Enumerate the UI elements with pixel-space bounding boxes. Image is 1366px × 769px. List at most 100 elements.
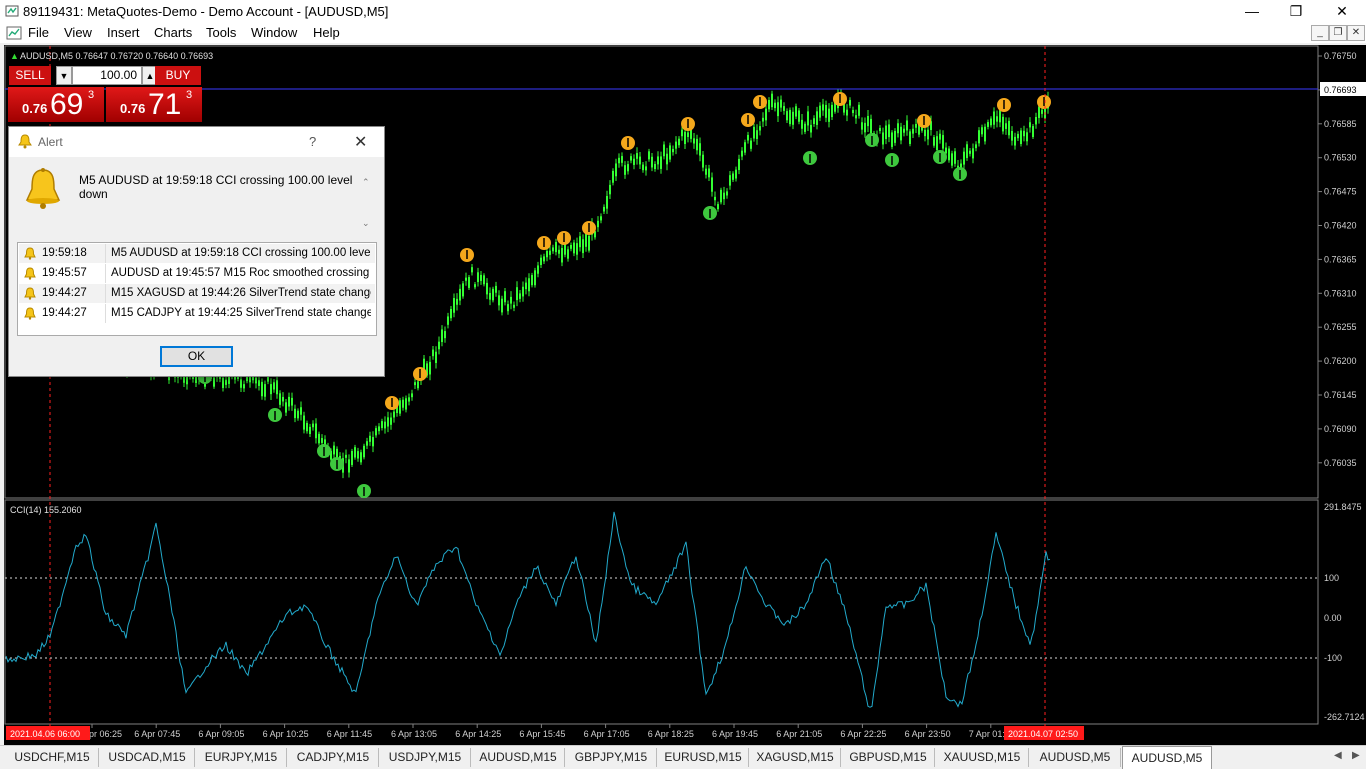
candle-body bbox=[672, 148, 674, 153]
tab-eurjpy-m15[interactable]: EURJPY,M15 bbox=[196, 748, 287, 767]
candle-body bbox=[984, 126, 986, 142]
tab-xagusd-m15[interactable]: XAGUSD,M15 bbox=[750, 748, 841, 767]
candle-body bbox=[459, 288, 461, 301]
time-tick: 6 Apr 09:05 bbox=[198, 729, 244, 739]
menu-help[interactable]: Help bbox=[313, 25, 340, 40]
minimize-icon[interactable]: — bbox=[1229, 0, 1275, 23]
candle-body bbox=[642, 164, 644, 171]
tab-usdchf-m15[interactable]: USDCHF,M15 bbox=[6, 748, 99, 767]
candle-body bbox=[942, 135, 944, 149]
lot-input[interactable]: 100.00 bbox=[72, 66, 142, 85]
tab-usdjpy-m15[interactable]: USDJPY,M15 bbox=[380, 748, 471, 767]
mdi-minimize-icon[interactable]: _ bbox=[1311, 25, 1329, 41]
tab-gbpjpy-m15[interactable]: GBPJPY,M15 bbox=[566, 748, 657, 767]
list-item[interactable]: 19:59:18 M5 AUDUSD at 19:59:18 CCI cross… bbox=[19, 244, 375, 263]
candle-body bbox=[225, 379, 227, 385]
menu-file[interactable]: File bbox=[28, 25, 49, 40]
candle-body bbox=[486, 282, 488, 295]
tab-xauusd-m15[interactable]: XAUUSD,M15 bbox=[936, 748, 1029, 767]
candle-body bbox=[831, 104, 833, 118]
mdi-close-icon[interactable]: ✕ bbox=[1347, 25, 1365, 41]
candle-body bbox=[345, 454, 347, 458]
tab-usdcad-m15[interactable]: USDCAD,M15 bbox=[100, 748, 195, 767]
candle-body bbox=[996, 116, 998, 122]
candle-body bbox=[750, 140, 752, 149]
cci-line bbox=[5, 511, 1051, 708]
help-icon[interactable]: ? bbox=[309, 134, 316, 149]
sell-price-box[interactable]: 0.76 69 3 bbox=[8, 87, 104, 122]
candle-body bbox=[387, 417, 389, 427]
candle-body bbox=[933, 137, 935, 146]
candle-body bbox=[966, 144, 968, 158]
ok-button[interactable]: OK bbox=[160, 346, 233, 367]
candle-body bbox=[954, 151, 956, 164]
scroll-down-icon[interactable]: ⌄ bbox=[362, 218, 370, 229]
candle-body bbox=[600, 216, 602, 221]
candle-body bbox=[528, 278, 530, 292]
candle-body bbox=[213, 377, 215, 387]
tab-audusd-m5[interactable]: AUDUSD,M5 bbox=[1030, 748, 1121, 767]
candle-body bbox=[639, 156, 641, 165]
mdi-restore-icon[interactable]: ❐ bbox=[1329, 25, 1347, 41]
tab-scroll-left-icon[interactable]: ◀ bbox=[1334, 750, 1342, 761]
candle-body bbox=[543, 256, 545, 262]
candle-body bbox=[648, 151, 650, 160]
indicator-label: CCI(14) 155.2060 bbox=[10, 505, 82, 515]
close-icon[interactable]: ✕ bbox=[354, 132, 367, 152]
price-tick: 0.76475 bbox=[1324, 187, 1357, 197]
menu-window[interactable]: Window bbox=[251, 25, 297, 40]
buy-button[interactable]: BUY bbox=[155, 66, 201, 85]
candle-body bbox=[699, 143, 701, 156]
price-tick: 0.76585 bbox=[1324, 119, 1357, 129]
tab-audusd-m5[interactable]: AUDUSD,M5 bbox=[1122, 746, 1212, 769]
menu-charts[interactable]: Charts bbox=[154, 25, 192, 40]
menu-view[interactable]: View bbox=[64, 25, 92, 40]
buy-price-box[interactable]: 0.76 71 3 bbox=[106, 87, 202, 122]
candle-body bbox=[501, 298, 503, 313]
close-icon[interactable]: ✕ bbox=[1319, 0, 1365, 23]
chart-window-icon[interactable] bbox=[6, 25, 22, 41]
time-marker-right: 2021.04.07 02:50 bbox=[1008, 729, 1078, 739]
tab-cadjpy-m15[interactable]: CADJPY,M15 bbox=[288, 748, 379, 767]
candle-body bbox=[366, 441, 368, 446]
tab-audusd-m15[interactable]: AUDUSD,M15 bbox=[472, 748, 565, 767]
candle-body bbox=[570, 244, 572, 249]
candle-body bbox=[663, 144, 665, 157]
sell-button[interactable]: SELL bbox=[9, 66, 51, 85]
candle-body bbox=[357, 451, 359, 459]
restore-icon[interactable]: ❐ bbox=[1273, 0, 1319, 23]
menu-tools[interactable]: Tools bbox=[206, 25, 236, 40]
candle-body bbox=[678, 138, 680, 146]
candle-body bbox=[987, 122, 989, 127]
candle-body bbox=[774, 102, 776, 109]
candle-body bbox=[1038, 106, 1040, 118]
candle-body bbox=[963, 151, 965, 165]
tab-scroll-right-icon[interactable]: ▶ bbox=[1352, 750, 1360, 761]
tab-gbpusd-m15[interactable]: GBPUSD,M15 bbox=[842, 748, 935, 767]
list-item[interactable]: 19:45:57 AUDUSD at 19:45:57 M15 Roc smoo… bbox=[19, 264, 375, 283]
candle-body bbox=[258, 380, 260, 386]
candle-body bbox=[738, 158, 740, 171]
list-item[interactable]: 19:44:27 M15 XAGUSD at 19:44:26 SilverTr… bbox=[19, 284, 375, 303]
candle-body bbox=[1035, 116, 1037, 125]
candle-body bbox=[1008, 120, 1010, 136]
tab-eurusd-m15[interactable]: EURUSD,M15 bbox=[658, 748, 749, 767]
candle-body bbox=[255, 377, 257, 384]
candle-body bbox=[603, 206, 605, 212]
scroll-up-icon[interactable]: ⌃ bbox=[362, 177, 370, 188]
candle-body bbox=[576, 243, 578, 255]
alert-time: 19:59:18 bbox=[42, 247, 87, 259]
candle-body bbox=[285, 402, 287, 413]
lot-decrease-button[interactable]: ▼ bbox=[56, 66, 72, 85]
price-tick: 0.76750 bbox=[1324, 51, 1357, 61]
message-scrollbar[interactable]: ⌃ ⌄ bbox=[360, 172, 374, 234]
menu-insert[interactable]: Insert bbox=[107, 25, 140, 40]
candle-body bbox=[411, 393, 413, 398]
indicator-tick: -262.7124 bbox=[1324, 712, 1365, 722]
candle-body bbox=[618, 157, 620, 164]
list-item[interactable]: 19:44:27 M15 CADJPY at 19:44:25 SilverTr… bbox=[19, 304, 375, 323]
candle-body bbox=[744, 142, 746, 153]
alert-list[interactable]: 19:59:18 M5 AUDUSD at 19:59:18 CCI cross… bbox=[17, 242, 377, 336]
candle-body bbox=[558, 249, 560, 254]
candle-body bbox=[825, 104, 827, 118]
